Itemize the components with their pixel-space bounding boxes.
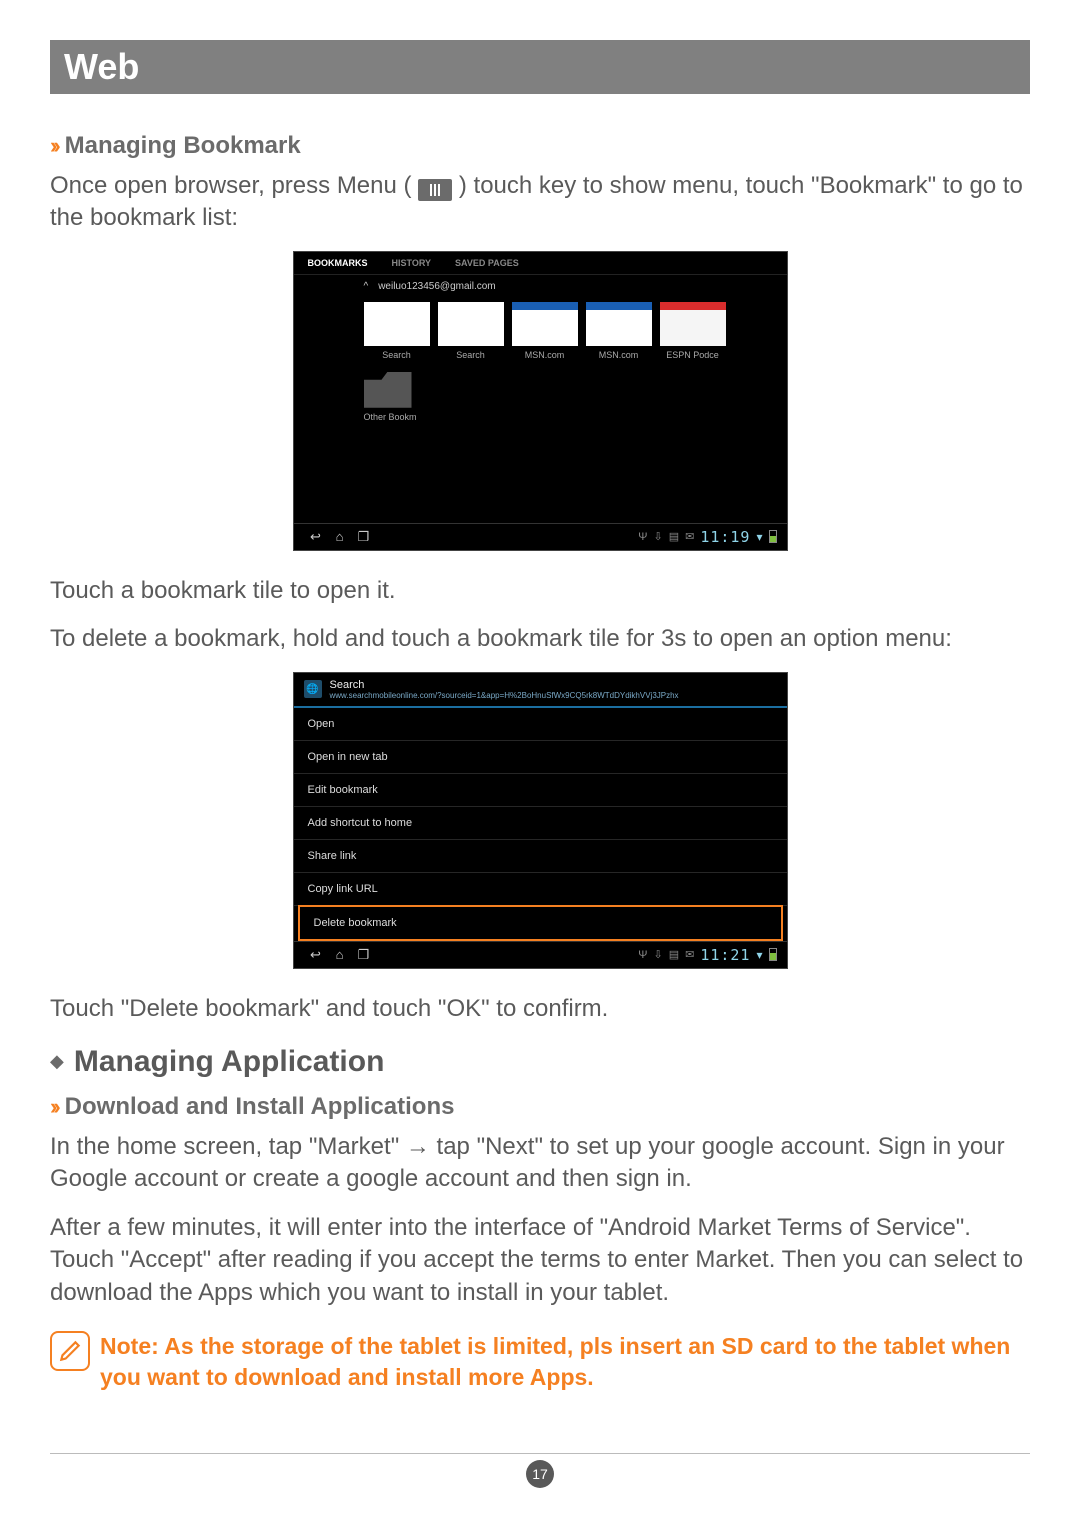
section-managing-application: ◆ Managing Application [50, 1045, 1030, 1079]
download-icon: ⇩ [653, 948, 662, 961]
menu-item-add-shortcut[interactable]: Add shortcut to home [294, 807, 787, 840]
folder-icon [364, 372, 412, 408]
bookmark-tiles-row: Search Search MSN.com MSN.com ESPN Podce [294, 298, 787, 364]
menu-item-edit-bookmark[interactable]: Edit bookmark [294, 774, 787, 807]
android-navbar: ↩ ⌂ ❐ Ψ ⇩ ▤ ✉ 11:21 ▾ [294, 941, 787, 968]
wifi-icon: ▾ [756, 948, 762, 962]
status-icons: Ψ ⇩ ▤ ✉ 11:19 ▾ [638, 528, 776, 546]
bookmark-tile[interactable]: Search [364, 302, 430, 362]
footer-divider [50, 1453, 1030, 1454]
paragraph-confirm-delete: Touch "Delete bookmark" and touch "OK" t… [50, 993, 1030, 1025]
diamond-bullet-icon: ◆ [50, 1051, 64, 1072]
menu-item-open[interactable]: Open [294, 708, 787, 741]
note-pencil-icon [50, 1331, 90, 1371]
clock: 11:19 [700, 528, 750, 546]
section-header-label: Web [64, 46, 139, 87]
android-navbar: ↩ ⌂ ❐ Ψ ⇩ ▤ ✉ 11:19 ▾ [294, 523, 787, 550]
text-p5a: In the home screen, tap "Market" [50, 1133, 406, 1160]
screenshot-context-menu: 🌐 Search www.searchmobileonline.com/?sou… [293, 672, 788, 969]
bookmark-tile[interactable]: MSN.com [512, 302, 578, 362]
section-header-web: Web [50, 40, 1030, 94]
bookmark-tile[interactable]: ESPN Podce [660, 302, 726, 362]
bookmark-caption: Search [382, 350, 411, 362]
chevron-right-icon: ›› [50, 133, 57, 159]
subheading-label: Managing Bookmark [65, 132, 301, 160]
bookmark-caption: ESPN Podce [666, 350, 719, 362]
account-email: weiluo123456@gmail.com [378, 281, 495, 292]
back-icon[interactable]: ↩ [304, 529, 328, 545]
battery-icon [769, 530, 777, 543]
home-icon[interactable]: ⌂ [328, 529, 352, 544]
paragraph-delete-bookmark: To delete a bookmark, hold and touch a b… [50, 623, 1030, 655]
sd-icon: ▤ [669, 530, 679, 543]
paragraph-bookmark-open: Once open browser, press Menu ( ) touch … [50, 170, 1030, 235]
subheading-download-install: ›› Download and Install Applications [50, 1093, 1030, 1121]
caret-icon: ^ [364, 281, 369, 292]
context-menu-title: Search [330, 679, 679, 691]
tab-saved-pages[interactable]: SAVED PAGES [455, 258, 519, 268]
battery-icon [769, 948, 777, 961]
screenshot-bookmarks-grid: BOOKMARKS HISTORY SAVED PAGES ^ weiluo123… [293, 251, 788, 551]
bookmark-caption: Search [456, 350, 485, 362]
home-icon[interactable]: ⌂ [328, 947, 352, 962]
wifi-icon: ▾ [756, 530, 762, 544]
text-p1a: Once open browser, press Menu ( [50, 172, 412, 199]
menu-item-delete-bookmark[interactable]: Delete bookmark [298, 905, 783, 941]
subheading-managing-bookmark: ›› Managing Bookmark [50, 132, 1030, 160]
sd-icon: ▤ [669, 948, 679, 961]
context-menu-header: 🌐 Search www.searchmobileonline.com/?sou… [294, 673, 787, 706]
menu-item-share-link[interactable]: Share link [294, 840, 787, 873]
context-menu-url: www.searchmobileonline.com/?sourceid=1&a… [330, 691, 679, 700]
tab-bookmarks[interactable]: BOOKMARKS [308, 258, 368, 268]
mail-icon: ✉ [685, 530, 694, 543]
menu-key-icon [418, 179, 452, 201]
tab-history[interactable]: HISTORY [392, 258, 432, 268]
bookmark-tile[interactable]: MSN.com [586, 302, 652, 362]
note-callout: Note: As the storage of the tablet is li… [50, 1331, 1030, 1393]
arrow-right-icon: → [406, 1133, 430, 1160]
download-icon: ⇩ [653, 530, 662, 543]
browser-tabs: BOOKMARKS HISTORY SAVED PAGES [294, 252, 787, 274]
note-text: Note: As the storage of the tablet is li… [100, 1331, 1030, 1393]
bookmark-caption: MSN.com [599, 350, 639, 362]
usb-icon: Ψ [638, 949, 647, 961]
menu-item-copy-link[interactable]: Copy link URL [294, 873, 787, 906]
globe-icon: 🌐 [304, 680, 322, 698]
bookmark-tile[interactable]: Search [438, 302, 504, 362]
chevron-right-icon: ›› [50, 1094, 57, 1120]
mail-icon: ✉ [685, 948, 694, 961]
account-row[interactable]: ^ weiluo123456@gmail.com [294, 274, 787, 298]
folder-caption: Other Bookm [364, 412, 773, 422]
recents-icon[interactable]: ❐ [352, 529, 376, 545]
recents-icon[interactable]: ❐ [352, 947, 376, 963]
paragraph-market-tos: After a few minutes, it will enter into … [50, 1212, 1030, 1309]
back-icon[interactable]: ↩ [304, 947, 328, 963]
page-footer: 17 [50, 1453, 1030, 1488]
bookmark-caption: MSN.com [525, 350, 565, 362]
usb-icon: Ψ [638, 531, 647, 543]
bookmark-folder[interactable]: Other Bookm [294, 364, 787, 422]
page-number: 17 [532, 1466, 548, 1482]
status-icons: Ψ ⇩ ▤ ✉ 11:21 ▾ [638, 946, 776, 964]
section-label: Managing Application [74, 1045, 385, 1079]
subheading-label: Download and Install Applications [65, 1093, 455, 1121]
menu-item-open-new-tab[interactable]: Open in new tab [294, 741, 787, 774]
clock: 11:21 [700, 946, 750, 964]
page-number-badge: 17 [526, 1460, 554, 1488]
paragraph-touch-tile: Touch a bookmark tile to open it. [50, 575, 1030, 607]
paragraph-market-setup: In the home screen, tap "Market" → tap "… [50, 1131, 1030, 1196]
